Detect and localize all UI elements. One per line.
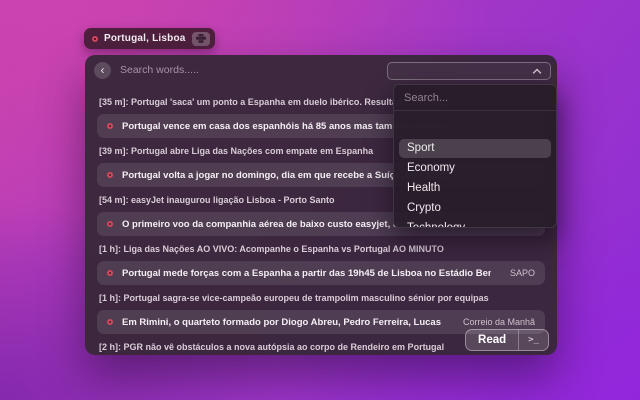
- radio-ring-icon: [107, 172, 113, 178]
- window-tab[interactable]: Portugal, Lisboa: [84, 28, 215, 49]
- category-dropdown: SportEconomyHealthCryptoTechnology: [393, 84, 557, 228]
- news-source: SAPO: [509, 268, 535, 278]
- dropdown-options: Sport Economy Health Crypto Technology: [394, 111, 556, 227]
- dropdown-search-input[interactable]: [404, 91, 546, 104]
- news-headline: [1 h]: Portugal sagra-se vice-campeão eu…: [99, 293, 489, 303]
- app-window: ‹ [35 m]: Portugal 'saca' um ponto a Esp…: [85, 55, 557, 355]
- radio-ring-icon: [107, 270, 113, 276]
- read-button-group: Read >_: [465, 329, 549, 351]
- dropdown-option[interactable]: Sport: [399, 139, 551, 158]
- radio-ring-icon: [107, 221, 113, 227]
- category-select-toggle[interactable]: [387, 62, 551, 80]
- news-item-text: Portugal mede forças com a Espanha a par…: [122, 267, 491, 279]
- toolbar: ‹: [85, 55, 557, 85]
- news-item[interactable]: Portugal mede forças com a Espanha a par…: [97, 261, 545, 285]
- printer-icon-glyph: [195, 34, 206, 43]
- dropdown-option[interactable]: Health: [399, 179, 551, 198]
- radio-ring-icon: [107, 319, 113, 325]
- dropdown-option[interactable]: Crypto: [399, 199, 551, 218]
- record-icon: [92, 35, 98, 42]
- read-button[interactable]: Read: [466, 330, 518, 350]
- news-headline: [1 h]: Liga das Nações AO VIVO: Acompanh…: [99, 244, 444, 254]
- back-button[interactable]: ‹: [94, 61, 111, 79]
- printer-icon[interactable]: [191, 31, 210, 46]
- dropdown-option[interactable]: Technology: [399, 219, 551, 227]
- terminal-icon[interactable]: >_: [518, 330, 548, 350]
- news-source: Correio da Manhã: [462, 317, 535, 327]
- tab-title: Portugal, Lisboa: [104, 33, 186, 44]
- dropdown-search: [394, 85, 556, 111]
- chevron-up-icon: [532, 68, 542, 74]
- radio-ring-icon: [107, 123, 113, 129]
- dropdown-option[interactable]: Economy: [399, 159, 551, 178]
- news-item-text: Em Rimini, o quarteto formado por Diogo …: [122, 316, 444, 328]
